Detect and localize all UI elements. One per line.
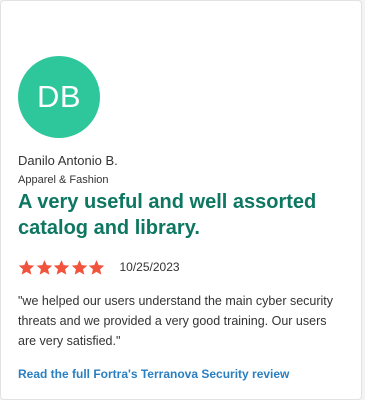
star-icon	[53, 259, 70, 275]
review-card: DB Danilo Antonio B. Apparel & Fashion A…	[0, 0, 362, 400]
reviewer-name: Danilo Antonio B.	[18, 153, 118, 168]
star-icon	[18, 259, 35, 275]
avatar-initials: DB	[36, 79, 82, 114]
star-icon	[71, 259, 87, 275]
review-title: A very useful and well assorted catalog …	[18, 191, 317, 239]
review-date: 10/25/2023	[119, 260, 180, 274]
rating-row: 10/25/2023	[18, 257, 180, 277]
star-icon	[88, 259, 105, 275]
star-icon	[36, 259, 52, 275]
avatar: DB	[18, 56, 100, 138]
read-full-review-link[interactable]: Read the full Fortra's Terranova Securit…	[18, 367, 289, 381]
review-quote: "we helped our users understand the main…	[18, 294, 334, 348]
reviewer-industry: Apparel & Fashion	[18, 174, 109, 186]
star-rating	[18, 259, 106, 276]
